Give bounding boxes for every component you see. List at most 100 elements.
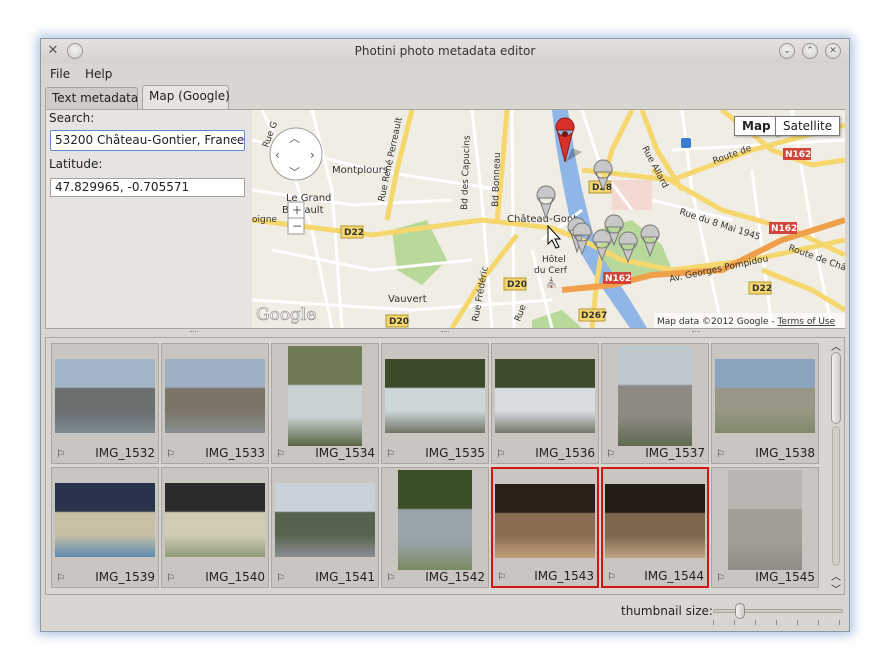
thumbnail-img-1537[interactable]: ⚐ IMG_1537 (601, 343, 709, 464)
shield-n162: N162 (785, 150, 811, 160)
map-canvas[interactable]: D28 D22 D20 D20 D267 D22 N162 N162 (252, 110, 845, 328)
shield-d267: D267 (581, 311, 607, 321)
thumbnail-img-1533[interactable]: ⚐ IMG_1533 (161, 343, 269, 464)
thumbnail-img-1538[interactable]: ⚐ IMG_1538 (711, 343, 819, 464)
shield-n162: N162 (605, 274, 631, 284)
thumbnail-img-1544[interactable]: ⚐ IMG_1544 (601, 467, 709, 588)
flag-icon: ⚐ (56, 449, 65, 460)
thumbnail-name: IMG_1534 (315, 446, 375, 460)
thumbnail-img-1541[interactable]: ⚐ IMG_1541 (271, 467, 379, 588)
thumbnail-image (495, 484, 595, 558)
thumbnail-image (605, 484, 705, 558)
shield-d22: D22 (752, 284, 772, 294)
thumbnail-name: IMG_1533 (205, 446, 265, 460)
thumbnail-size-label: thumbnail size: (621, 604, 713, 618)
thumbnail-img-1545[interactable]: ⚐ IMG_1545 (711, 467, 819, 588)
search-value: 53200 Château-Gontier, France (55, 133, 245, 147)
map-type-map-button[interactable]: Map (734, 116, 779, 136)
flag-icon: ⚐ (56, 573, 65, 584)
maximize-icon[interactable]: ⌃ (802, 43, 818, 59)
flag-icon: ⚐ (497, 572, 506, 583)
scroll-up-icon[interactable]: ︿ (829, 568, 843, 583)
thumbnail-image (385, 359, 485, 433)
menu-bar: File Help (41, 63, 849, 85)
pan-up-icon[interactable]: ︿ (289, 132, 300, 145)
flag-icon: ⚐ (166, 449, 175, 460)
thumbnail-image (618, 346, 692, 446)
zoom-control: + − (287, 201, 305, 235)
flag-icon: ⚐ (276, 573, 285, 584)
label-bd-bonneau: Bd Bonneau (491, 152, 503, 207)
thumbnail-image (398, 470, 472, 570)
flag-icon: ⚐ (607, 572, 616, 583)
thumbnail-size-slider[interactable] (713, 601, 843, 625)
thumbnail-img-1543[interactable]: ⚐ IMG_1543 (491, 467, 599, 588)
minimize-icon[interactable]: ⌄ (779, 43, 795, 59)
thumbnail-img-1532[interactable]: ⚐ IMG_1532 (51, 343, 159, 464)
app-window: ✕ Photini photo metadata editor ⌄ ⌃ ✕ Fi… (40, 38, 850, 632)
terms-link[interactable]: Terms of Use (776, 317, 835, 327)
thumbnail-img-1536[interactable]: ⚐ IMG_1536 (491, 343, 599, 464)
chevron-down-icon[interactable]: ⌄ (228, 133, 242, 148)
tab-map-google[interactable]: Map (Google) (142, 85, 230, 110)
shield-d20: D20 (389, 317, 409, 327)
thumbnail-img-1542[interactable]: ⚐ IMG_1542 (381, 467, 489, 588)
map-tab-panel: Search: 53200 Château-Gontier, France ⌄ … (45, 109, 845, 329)
map-type-satellite-button[interactable]: Satellite (775, 116, 841, 136)
slider-handle[interactable] (735, 603, 745, 619)
pan-right-icon[interactable]: › (310, 148, 315, 162)
thumbnail-name: IMG_1540 (205, 570, 265, 584)
pan-down-icon[interactable]: ﹀ (289, 166, 300, 179)
thumbnail-img-1540[interactable]: ⚐ IMG_1540 (161, 467, 269, 588)
search-label: Search: (49, 111, 95, 125)
flag-icon: ⚐ (166, 573, 175, 584)
label-oigne: oigne (252, 215, 277, 225)
flag-icon: ⚐ (496, 449, 505, 460)
scroll-thumb[interactable] (831, 352, 841, 424)
splitter-handle[interactable] (45, 330, 845, 336)
thumbnail-image (275, 483, 375, 557)
close-icon[interactable]: ✕ (825, 43, 841, 59)
label-montplours: Montplours (332, 165, 388, 176)
search-combo[interactable]: 53200 Château-Gontier, France ⌄ (50, 130, 245, 151)
thumbnail-name: IMG_1538 (755, 446, 815, 460)
thumbnail-image (715, 359, 815, 433)
thumbnail-img-1539[interactable]: ⚐ IMG_1539 (51, 467, 159, 588)
zoom-in-icon: + (292, 203, 302, 217)
thumbnail-name: IMG_1545 (755, 570, 815, 584)
label-hotel: Hôtel (542, 254, 566, 265)
latitude-input[interactable]: 47.829965, -0.705571 (50, 178, 245, 197)
shield-d20: D20 (507, 280, 527, 290)
thumbnail-img-1534[interactable]: ⚐ IMG_1534 (271, 343, 379, 464)
thumbnail-image (165, 483, 265, 557)
vertical-scrollbar[interactable]: ︿ ︿ ﹀ (829, 338, 843, 596)
thumbnail-image (55, 359, 155, 433)
label-chateau: Château-Gont (507, 213, 577, 225)
flag-icon: ⚐ (716, 449, 725, 460)
thumbnail-name: IMG_1542 (425, 570, 485, 584)
label-vauvert: Vauvert (388, 294, 427, 305)
flag-icon: ⚐ (606, 449, 615, 460)
town-block (612, 180, 652, 210)
thumbnail-name: IMG_1543 (534, 569, 594, 583)
thumbnail-name: IMG_1536 (535, 446, 595, 460)
scroll-track[interactable] (832, 426, 840, 566)
thumbnail-image (55, 483, 155, 557)
latitude-label: Latitude: (49, 157, 103, 171)
thumbnail-name: IMG_1532 (95, 446, 155, 460)
label-du-cerf: du Cerf (534, 266, 568, 276)
tab-text-metadata[interactable]: Text metadata (45, 87, 138, 109)
thumbnail-name: IMG_1539 (95, 570, 155, 584)
shield-n162: N162 (771, 224, 797, 234)
thumbnail-img-1535[interactable]: ⚐ IMG_1535 (381, 343, 489, 464)
menu-file[interactable]: File (50, 67, 70, 81)
thumbnail-image (165, 359, 265, 433)
title-bar[interactable]: ✕ Photini photo metadata editor ⌄ ⌃ ✕ (41, 39, 849, 63)
thumbnail-name: IMG_1541 (315, 570, 375, 584)
google-map[interactable]: D28 D22 D20 D20 D267 D22 N162 N162 (252, 110, 845, 328)
pan-control[interactable]: ︿ ﹀ ‹ › (269, 127, 323, 181)
menu-help[interactable]: Help (85, 67, 112, 81)
scroll-up-icon[interactable]: ︿ (829, 338, 843, 353)
pan-left-icon[interactable]: ‹ (275, 148, 280, 162)
scroll-down-icon[interactable]: ﹀ (829, 581, 843, 596)
